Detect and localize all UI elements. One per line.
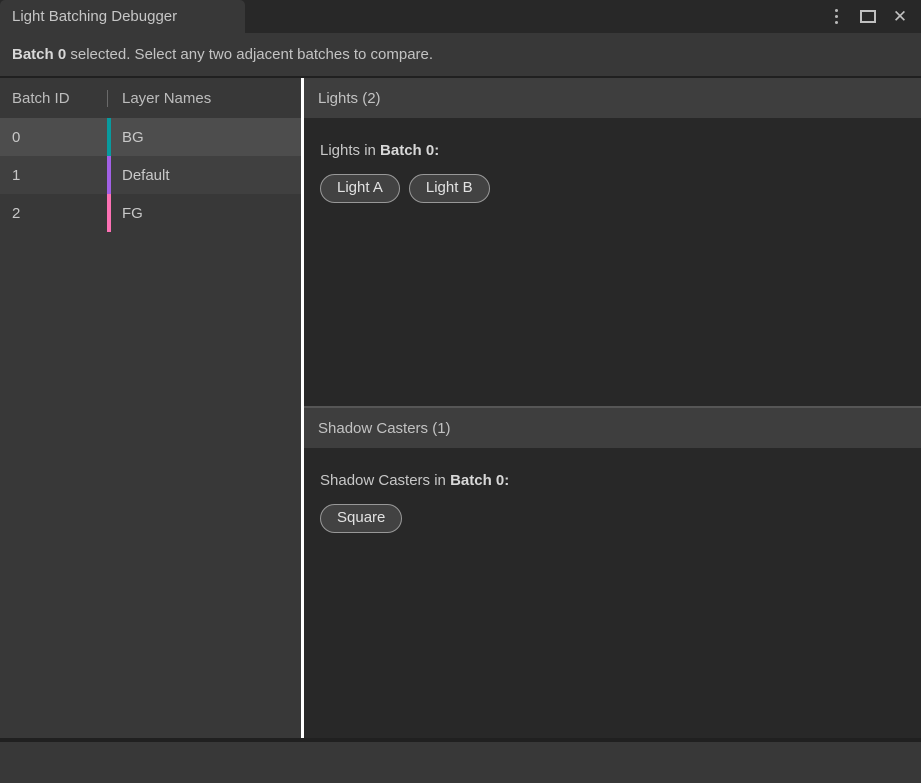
window-tab-bar: Light Batching Debugger ✕ xyxy=(0,0,921,33)
layer-name-cell: BG xyxy=(111,118,144,156)
layer-name-cell: FG xyxy=(111,194,143,232)
light-batching-debugger-window: Light Batching Debugger ✕ Batch 0 select… xyxy=(0,0,921,783)
tab-bar-spacer xyxy=(245,0,827,33)
light-pill-b[interactable]: Light B xyxy=(409,174,490,203)
lights-in-batch-label: Lights in Batch 0: xyxy=(320,142,921,159)
column-header-layer-names: Layer Names xyxy=(122,90,211,107)
lights-section-body: Lights in Batch 0: Light A Light B xyxy=(304,118,921,406)
tab-light-batching-debugger[interactable]: Light Batching Debugger xyxy=(0,0,245,33)
batch-row-1[interactable]: 1 Default xyxy=(0,156,301,194)
batch-table-header: Batch ID Layer Names xyxy=(0,78,301,118)
status-message-text: selected. Select any two adjacent batche… xyxy=(66,46,433,63)
light-pill-a[interactable]: Light A xyxy=(320,174,400,203)
batch-row-2[interactable]: 2 FG xyxy=(0,194,301,232)
close-icon[interactable]: ✕ xyxy=(891,8,909,26)
maximize-icon[interactable] xyxy=(859,8,877,26)
layer-name-cell: Default xyxy=(111,156,170,194)
window-controls: ✕ xyxy=(827,0,921,33)
main-split-view: Batch ID Layer Names 0 BG 1 Default 2 FG xyxy=(0,78,921,738)
shadow-casters-in-batch-label: Shadow Casters in Batch 0: xyxy=(320,472,921,489)
bottom-status-bar xyxy=(0,742,921,783)
batch-status-message: Batch 0 selected. Select any two adjacen… xyxy=(0,33,921,78)
shadow-casters-pill-list: Square xyxy=(320,504,921,533)
status-batch-label: Batch 0 xyxy=(12,46,66,63)
lights-section-header: Lights (2) xyxy=(304,78,921,118)
batch-details-panel: Lights (2) Lights in Batch 0: Light A Li… xyxy=(304,78,921,738)
column-divider xyxy=(107,90,108,107)
batch-id-cell: 2 xyxy=(0,194,107,232)
kebab-menu-icon[interactable] xyxy=(827,8,845,26)
shadow-casters-section-header: Shadow Casters (1) xyxy=(304,406,921,448)
batch-id-cell: 1 xyxy=(0,156,107,194)
batch-id-cell: 0 xyxy=(0,118,107,156)
lights-pill-list: Light A Light B xyxy=(320,174,921,203)
batch-row-0[interactable]: 0 BG xyxy=(0,118,301,156)
shadow-casters-section-body: Shadow Casters in Batch 0: Square xyxy=(304,448,921,738)
shadow-caster-pill-square[interactable]: Square xyxy=(320,504,402,533)
batch-list-panel: Batch ID Layer Names 0 BG 1 Default 2 FG xyxy=(0,78,301,738)
column-header-batch-id: Batch ID xyxy=(0,90,107,107)
